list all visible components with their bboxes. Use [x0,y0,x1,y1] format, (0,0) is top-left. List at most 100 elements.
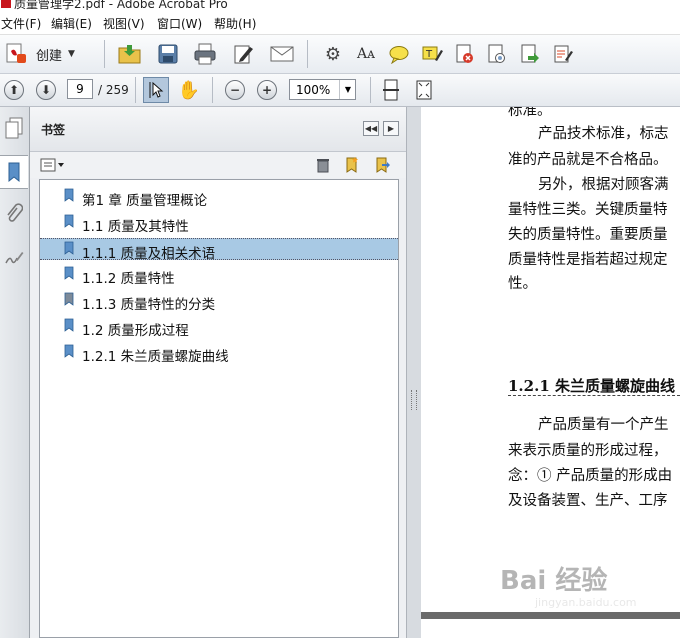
bookmark-item[interactable]: 1.2 质量形成过程 [40,316,398,339]
document-seal-icon [488,44,505,63]
expand-bookmark-button[interactable] [372,156,392,174]
zoom-value: 100% [296,83,331,97]
remove-document-icon [456,44,473,63]
bookmarks-tab-button[interactable] [0,155,28,189]
main-toolbar: 创建 ▼ ⚙ Aᴀ T [0,35,680,74]
bookmark-icon [8,162,20,183]
secure-button[interactable] [453,43,477,65]
svg-text:T: T [425,49,433,60]
paperclip-icon [7,203,23,222]
open-button[interactable] [117,41,143,67]
edit-document-icon [234,45,253,64]
highlight-text-icon: T [422,46,443,61]
create-pdf-icon [6,43,26,63]
arrow-down-icon: ⬇ [40,83,52,97]
bookmark-icon [64,241,74,255]
menu-view[interactable]: 视图(V) [103,15,145,32]
bookmark-item[interactable]: 1.1.3 质量特性的分类 [40,290,398,313]
play-right-icon: ▶ [387,124,395,133]
font-size-icon: Aᴀ [356,46,376,62]
new-bookmark-icon [346,157,358,173]
sign-button[interactable] [485,43,509,65]
minus-icon: − [229,83,241,97]
bookmarks-panel-header: 书签 ◀◀ ▶ [30,107,406,152]
bookmark-icon [64,344,74,358]
attachments-button[interactable] [3,201,25,227]
menu-bar: 文件(F) 编辑(E) 视图(V) 窗口(W) 帮助(H) [0,10,680,35]
panel-splitter[interactable] [406,107,422,638]
document-page: 标准。 产品技术标准，标志 准的产品就是不合格品。 另外，根据对顾客满 量特性三… [421,107,680,612]
hand-tool-button[interactable]: ✋ [177,78,201,102]
new-bookmark-button[interactable] [342,156,362,174]
edit-document-button[interactable] [230,41,256,67]
bookmark-icon [64,318,74,332]
bookmark-icon [64,214,74,228]
bookmark-item[interactable]: 1.1.1 质量及相关术语 [40,238,398,262]
menu-help[interactable]: 帮助(H) [214,15,256,32]
fit-page-icon [416,80,432,100]
zoom-dropdown-icon: ▼ [339,80,356,99]
fit-width-button[interactable] [380,78,402,102]
bookmark-item[interactable]: 第1 章 质量管理概论 [40,186,398,209]
bookmarks-tree: 第1 章 质量管理概论 1.1 质量及其特性 1.1.1 质量及相关术语 1.1.2 … [39,179,399,638]
cursor-arrow-icon [149,81,164,98]
zoom-in-button[interactable]: + [257,80,277,100]
zoom-select[interactable]: 100% ▼ [289,79,356,100]
bookmark-item[interactable]: 1.1.2 质量特性 [40,264,398,287]
page-thumbnails-button[interactable] [3,115,25,141]
speech-bubble-icon [389,46,409,64]
panel-options-button[interactable]: ▶ [383,121,399,136]
export-button[interactable] [518,43,542,65]
next-page-button[interactable]: ⬇ [36,80,56,100]
doc-line: 产品质量有一个产生 [538,417,669,433]
text-tool-button[interactable]: Aᴀ [354,43,378,65]
bookmark-item[interactable]: 1.2.1 朱兰质量螺旋曲线 [40,342,398,365]
printer-icon [194,43,216,65]
fit-page-button[interactable] [413,78,435,102]
menu-edit[interactable]: 编辑(E) [51,15,92,32]
open-folder-icon [118,45,141,64]
splitter-grip-icon [411,390,417,410]
highlight-button[interactable]: T [420,43,444,65]
navigation-pane-strip [0,107,30,638]
bookmark-item[interactable]: 1.1 质量及其特性 [40,212,398,235]
menu-window[interactable]: 窗口(W) [157,15,202,32]
doc-line: 量特性三类。关键质量特 [508,202,668,218]
bookmarks-panel-title: 书签 [41,123,66,137]
bookmark-icon [64,266,74,280]
select-tool-button[interactable] [143,77,169,103]
trash-icon [317,159,329,173]
doc-line: 来表示质量的形成过程， [508,443,668,459]
create-dropdown-icon: ▼ [68,49,75,59]
print-button[interactable] [192,41,218,67]
zoom-out-button[interactable]: − [225,80,245,100]
bookmarks-toolbar [30,152,406,178]
create-button[interactable]: 创建 ▼ [4,42,84,66]
comment-button[interactable] [387,43,411,65]
save-button[interactable] [156,41,180,67]
page-number-input[interactable] [67,79,93,99]
bookmark-options-button[interactable] [40,157,66,173]
bookmark-label: 1.1 质量及其特性 [82,219,189,235]
forms-button[interactable] [551,43,575,65]
email-button[interactable] [268,41,296,67]
doc-line: 标准。 [508,107,552,119]
acrobat-app-icon [1,0,11,8]
options-menu-icon [40,158,64,172]
previous-page-button[interactable]: ⬆ [4,80,24,100]
bookmark-label: 1.1.1 质量及相关术语 [82,246,216,262]
delete-bookmark-button[interactable] [313,156,333,174]
bookmark-icon [64,188,74,202]
next-page-top [421,619,680,638]
envelope-icon [270,46,294,62]
signatures-button[interactable] [3,245,25,271]
watermark-url: jingyan.baidu.com [535,596,637,609]
doc-line: 质量特性是指若超过规定 [508,252,668,268]
fit-page-width-icon [383,79,399,101]
menu-file[interactable]: 文件(F) [1,15,41,32]
bookmark-label: 1.2.1 朱兰质量螺旋曲线 [82,349,229,365]
collapse-panel-button[interactable]: ◀◀ [363,121,379,136]
section-heading: 1.2.1 朱兰质量螺旋曲线 [508,377,675,395]
settings-button[interactable]: ⚙ [322,43,344,65]
double-chevron-left-icon: ◀◀ [364,124,378,133]
